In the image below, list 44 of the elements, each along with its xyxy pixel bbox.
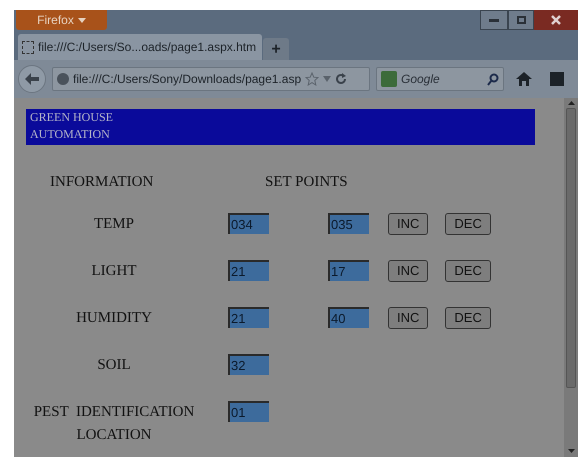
new-tab-button[interactable]: + [263, 38, 289, 60]
title-banner: GREEN HOUSE AUTOMATION [26, 109, 535, 145]
sensor-label: PEST IDENTIFICATION [34, 402, 194, 422]
reading-field[interactable]: 21 [228, 260, 269, 280]
maximize-button[interactable] [508, 10, 534, 30]
minimize-button[interactable] [480, 10, 508, 30]
reload-icon[interactable] [335, 73, 348, 85]
firefox-menu-button[interactable]: Firefox [16, 10, 107, 30]
page-icon [22, 40, 34, 54]
decrement-button[interactable]: DEC [445, 212, 491, 234]
reading-field[interactable]: 034 [228, 212, 269, 234]
back-button[interactable] [18, 65, 46, 93]
search-icon[interactable] [487, 72, 499, 86]
search-field[interactable]: Google [376, 67, 504, 91]
set-points-heading: SET POINTS [265, 173, 348, 192]
address-bar[interactable]: file:///C:/Users/Sony/Downloads/page1.asp [52, 67, 370, 91]
decrement-button[interactable]: DEC [445, 260, 491, 282]
increment-button[interactable]: INC [388, 212, 428, 234]
scroll-down-icon[interactable] [568, 449, 574, 453]
sensor-label: LIGHT [92, 262, 136, 280]
sensor-label: TEMP [94, 214, 134, 234]
close-icon [551, 15, 561, 25]
reading-field[interactable]: 21 [228, 306, 269, 328]
reading-field[interactable]: 01 [228, 400, 269, 422]
dropdown-icon[interactable] [323, 76, 332, 82]
scrollbar[interactable] [564, 98, 578, 457]
scroll-up-icon[interactable] [568, 101, 574, 105]
sensor-label: HUMIDITY [76, 308, 152, 328]
setpoint-field[interactable]: 40 [328, 307, 369, 328]
setpoint-field[interactable]: 17 [328, 260, 369, 281]
decrement-button[interactable]: DEC [445, 306, 491, 328]
increment-button[interactable]: INC [388, 260, 428, 282]
increment-button[interactable]: INC [388, 306, 428, 328]
home-icon[interactable] [516, 72, 532, 86]
sensor-label: SOIL [97, 356, 131, 374]
setpoint-field[interactable]: 035 [328, 213, 369, 234]
back-arrow-icon [25, 73, 39, 85]
star-icon[interactable] [305, 72, 320, 86]
information-heading: INFORMATION [49, 173, 154, 192]
close-button[interactable] [534, 10, 578, 30]
sensor-label: LOCATION [76, 426, 152, 444]
browser-tab[interactable]: file:///C:/Users/So...oads/page1.aspx.htm [18, 34, 262, 60]
reading-field[interactable]: 32 [228, 354, 269, 374]
caret-icon [78, 18, 86, 22]
